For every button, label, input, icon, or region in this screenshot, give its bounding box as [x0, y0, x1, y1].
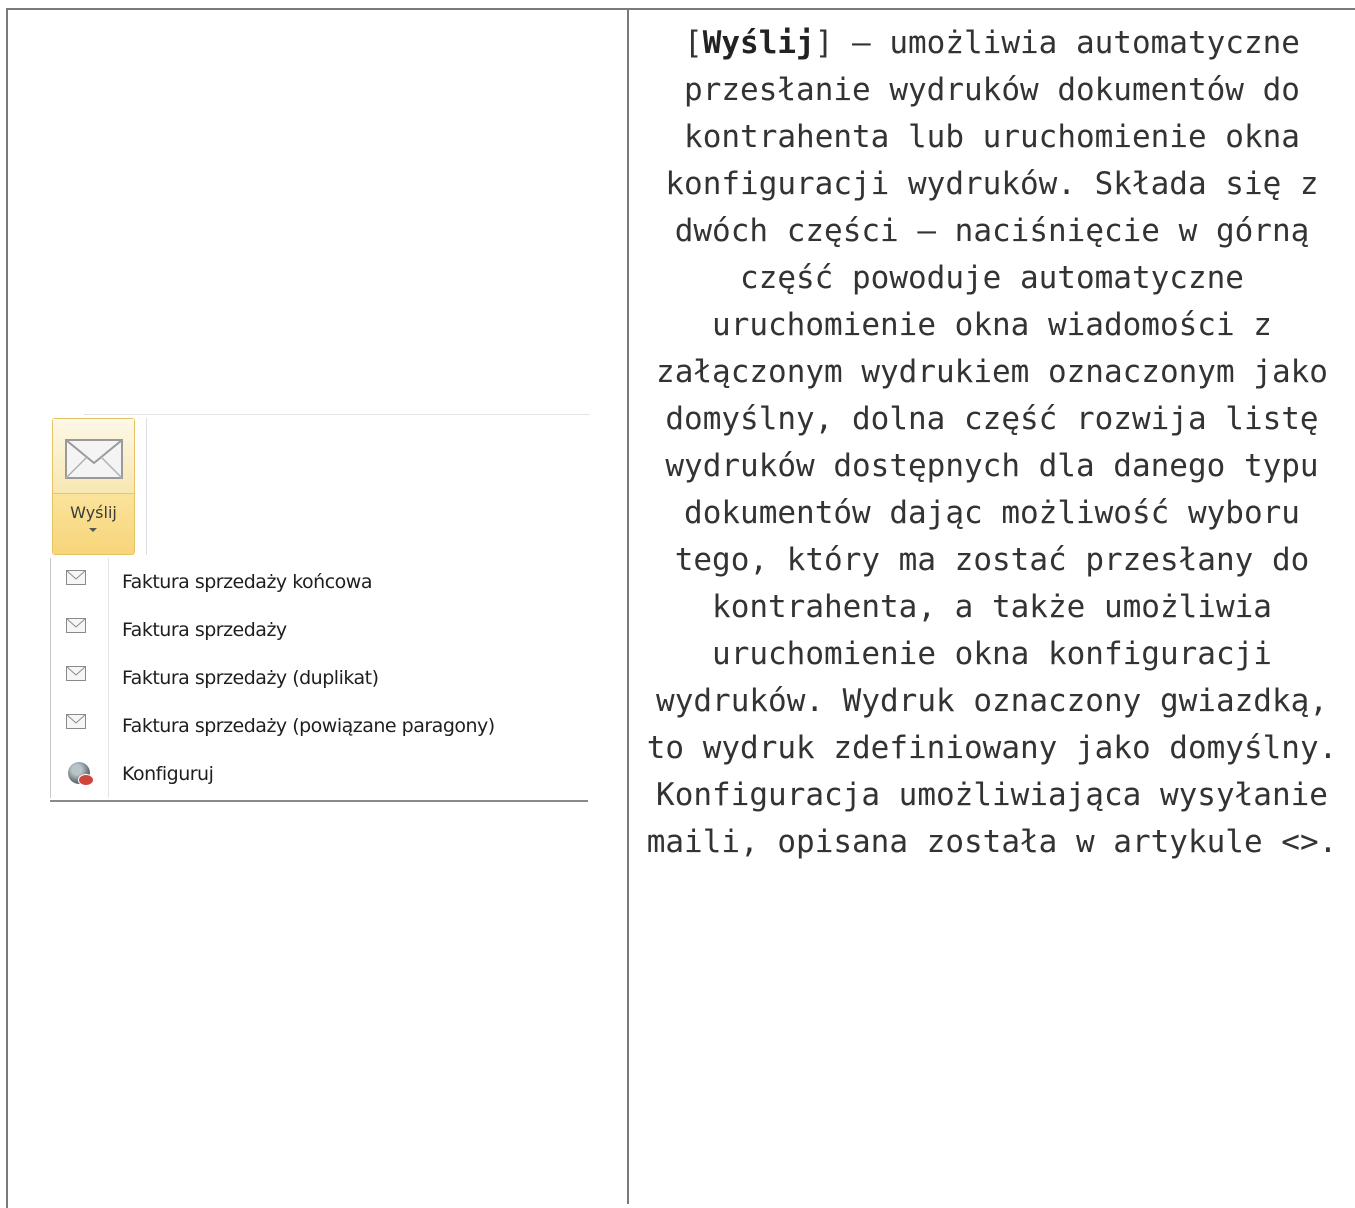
- menu-item-label: Faktura sprzedaży końcowa: [122, 571, 372, 593]
- chevron-down-icon: [89, 528, 97, 532]
- menu-item-label: Faktura sprzedaży (powiązane paragony): [122, 715, 495, 737]
- send-description: [Wyślij] – umożliwia automatyczne przesł…: [635, 20, 1349, 866]
- menu-item-konfiguruj[interactable]: Konfiguruj: [52, 752, 586, 796]
- menu-item-faktura[interactable]: Faktura sprzedaży: [52, 608, 586, 652]
- send-button-dropdown[interactable]: Wyślij: [53, 494, 134, 554]
- send-button-top[interactable]: [53, 419, 134, 494]
- menu-item-label: Faktura sprzedaży (duplikat): [122, 667, 379, 689]
- ribbon-group-separator: [146, 418, 147, 555]
- description-keyword: Wyślij: [702, 25, 815, 61]
- envelope-icon: [66, 618, 86, 633]
- description-open-bracket: [: [684, 25, 703, 61]
- menu-item-faktura-duplikat[interactable]: Faktura sprzedaży (duplikat): [52, 656, 586, 700]
- menu-item-label: Faktura sprzedaży: [122, 619, 287, 641]
- menu-item-label: Konfiguruj: [122, 763, 214, 785]
- menu-item-faktura-koncowa[interactable]: Faktura sprzedaży końcowa: [52, 560, 586, 604]
- configure-gear-icon: [68, 762, 94, 786]
- ribbon-divider: [84, 414, 590, 415]
- send-split-button[interactable]: Wyślij: [52, 418, 135, 555]
- table-column-divider: [627, 8, 629, 1204]
- menu-bottom-border: [50, 800, 588, 802]
- envelope-icon: [66, 666, 86, 681]
- envelope-icon: [65, 439, 123, 479]
- envelope-icon: [66, 714, 86, 729]
- send-button-label: Wyślij: [70, 503, 117, 522]
- description-body: ] – umożliwia automatyczne przesłanie wy…: [646, 25, 1338, 860]
- envelope-icon: [66, 570, 86, 585]
- menu-item-faktura-paragony[interactable]: Faktura sprzedaży (powiązane paragony): [52, 704, 586, 748]
